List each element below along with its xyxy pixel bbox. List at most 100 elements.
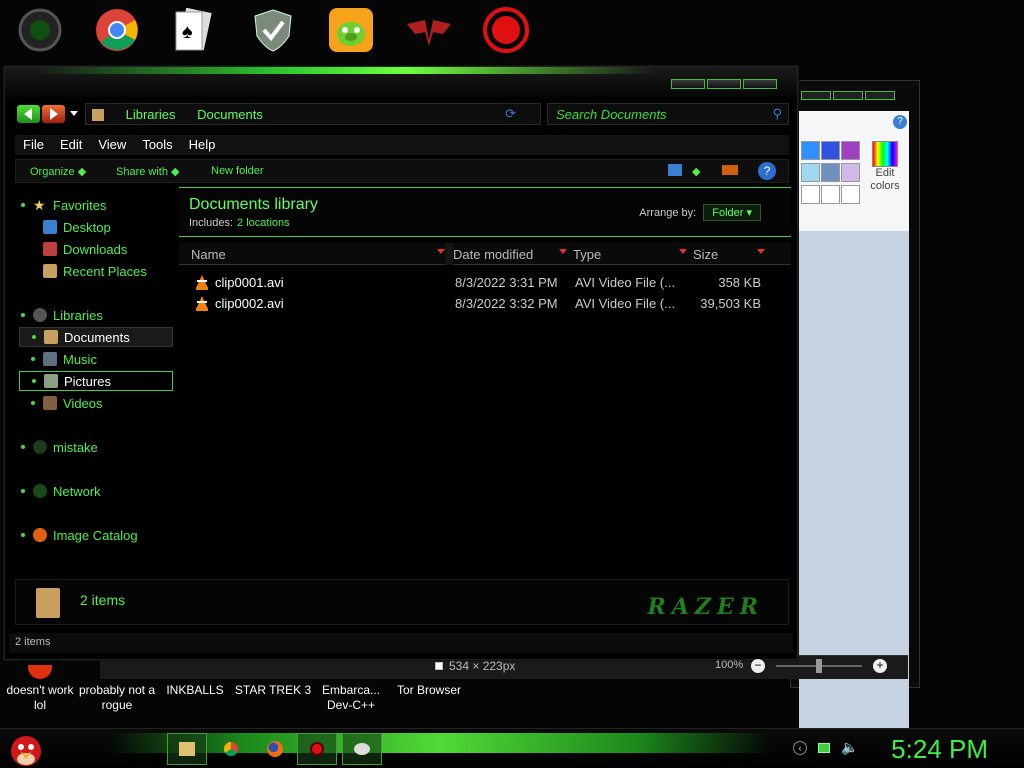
downloads-icon (43, 242, 57, 256)
shield-icon (249, 6, 297, 54)
start-button[interactable] (6, 729, 46, 768)
navigation-row: Libraries Documents ⟳ Search Documents ⚲ (15, 103, 789, 127)
organize-button[interactable]: Organize ◆ (30, 165, 86, 178)
change-view-icon[interactable] (668, 164, 682, 176)
back-button[interactable] (17, 105, 40, 123)
file-type: AVI Video File (... (575, 275, 675, 290)
zoom-out-button[interactable]: − (751, 659, 765, 673)
help-icon[interactable]: ? (758, 162, 776, 180)
explorer-window[interactable]: Libraries Documents ⟳ Search Documents ⚲… (4, 66, 798, 660)
desktop-icon-tor-browser[interactable]: Tor Browser (389, 683, 469, 698)
nav-recent-places[interactable]: Recent Places (43, 261, 147, 281)
column-date-dropdown-icon[interactable] (559, 249, 567, 254)
menu-file[interactable]: File (15, 135, 52, 155)
desktop-icon-dev-cpp[interactable]: Embarca... Dev-C++ (311, 683, 391, 713)
maximize-button[interactable] (707, 79, 741, 89)
nav-mistake[interactable]: mistake (21, 437, 98, 457)
search-placeholder: Search Documents (556, 107, 667, 122)
breadcrumb-documents[interactable]: Documents (197, 107, 263, 122)
chrome-icon (224, 742, 238, 756)
preview-pane-icon[interactable] (722, 165, 738, 175)
file-row[interactable]: clip0002.avi 8/3/2022 3:32 PM AVI Video … (179, 294, 791, 314)
nav-pictures[interactable]: Pictures (19, 371, 173, 391)
column-size-dropdown-icon[interactable] (757, 249, 765, 254)
card-icon: ♠ (166, 6, 214, 54)
eagle-emblem-icon (405, 6, 453, 54)
record-icon (310, 742, 324, 756)
column-type-dropdown-icon[interactable] (679, 249, 687, 254)
tray-network-icon[interactable] (818, 743, 830, 753)
desktop-icon-inkballs[interactable]: INKBALLS (155, 683, 235, 698)
breadcrumb-libraries[interactable]: Libraries (126, 107, 176, 122)
taskbar-explorer[interactable] (167, 733, 207, 765)
column-type[interactable]: Type (573, 247, 601, 262)
menu-view[interactable]: View (90, 135, 134, 155)
desktop-icon-star-trek[interactable]: STAR TREK 3 (233, 683, 313, 698)
file-date: 8/3/2022 3:32 PM (455, 296, 558, 311)
nav-image-catalog[interactable]: Image Catalog (21, 525, 138, 545)
refresh-icon[interactable]: ⟳ (505, 106, 516, 122)
taskbar-screen-recorder[interactable] (297, 733, 337, 765)
forward-button[interactable] (42, 105, 65, 123)
music-icon (43, 352, 57, 366)
view-dropdown-icon[interactable]: ◆ (692, 165, 700, 178)
edit-colors-label: Edit colors (870, 167, 900, 192)
library-locations-link[interactable]: 2 locations (237, 217, 290, 229)
desktop-icon-screen-recorder[interactable] (466, 6, 546, 56)
menu-help[interactable]: Help (181, 135, 224, 155)
desktop-icon-overseeing[interactable] (389, 6, 469, 56)
title-bar[interactable] (5, 67, 797, 97)
nav-favorites[interactable]: ★ Favorites (21, 195, 106, 215)
nav-videos[interactable]: Videos (31, 393, 103, 413)
library-title: Documents library (189, 196, 318, 213)
address-bar[interactable]: Libraries Documents ⟳ (85, 103, 541, 125)
taskbar-chrome[interactable] (211, 733, 251, 765)
search-input[interactable]: Search Documents ⚲ (547, 103, 789, 125)
desktop-icon-mistake[interactable] (0, 6, 80, 56)
share-with-button[interactable]: Share with ◆ (116, 165, 180, 178)
column-date-modified[interactable]: Date modified (453, 247, 533, 262)
help-icon[interactable]: ? (893, 115, 907, 129)
minimize-button[interactable] (671, 79, 705, 89)
desktop-icon-doesnt-work[interactable]: doesn't work lol (0, 665, 80, 713)
dimensions-icon (435, 662, 443, 670)
paint-window[interactable]: Edit colors ? (790, 80, 920, 731)
new-folder-button[interactable]: New folder (211, 165, 264, 177)
desktop-icon-solitaire[interactable]: ♠ (150, 6, 230, 56)
folder-icon (92, 109, 104, 121)
nav-downloads[interactable]: Downloads (43, 239, 127, 259)
file-size: 39,503 KB (700, 296, 761, 311)
nav-desktop[interactable]: Desktop (43, 217, 111, 237)
nav-documents[interactable]: Documents (19, 327, 173, 347)
paint-window-buttons (801, 91, 895, 100)
menu-edit[interactable]: Edit (52, 135, 90, 155)
column-name[interactable]: Name (191, 247, 226, 262)
history-dropdown-icon[interactable] (70, 111, 78, 116)
menu-tools[interactable]: Tools (134, 135, 180, 155)
nav-music[interactable]: Music (31, 349, 97, 369)
zoom-slider-thumb[interactable] (816, 659, 822, 673)
arrange-by-dropdown[interactable]: Folder ▾ (703, 204, 761, 221)
navigation-pane: ★ Favorites Desktop Downloads Recent Pla… (15, 187, 173, 577)
desktop-icon-chrome[interactable] (77, 6, 157, 56)
column-name-dropdown-icon[interactable] (437, 249, 445, 254)
taskbar-firefox[interactable] (255, 733, 295, 765)
zoom-in-button[interactable]: + (873, 659, 887, 673)
edit-colors-button[interactable]: Edit colors (865, 141, 905, 193)
image-catalog-icon (33, 528, 47, 542)
column-size[interactable]: Size (693, 247, 718, 262)
desktop-icon-not[interactable] (311, 6, 391, 56)
zoom-slider[interactable] (776, 659, 862, 673)
file-row[interactable]: clip0001.avi 8/3/2022 3:31 PM AVI Video … (179, 273, 791, 293)
close-button[interactable] (743, 79, 777, 89)
command-bar: Organize ◆ Share with ◆ New folder ◆ ? (15, 159, 789, 183)
taskbar-paint[interactable] (342, 733, 382, 765)
nav-network[interactable]: Network (21, 481, 101, 501)
taskbar-clock[interactable]: 5:24 PM (891, 734, 988, 765)
folder-icon (179, 742, 195, 756)
tray-chevron-icon[interactable]: ‹ (793, 741, 807, 755)
nav-libraries[interactable]: Libraries (21, 305, 103, 325)
desktop-icon-probably-not-a-rogue[interactable]: probably not a rogue (77, 683, 157, 713)
tray-volume-icon[interactable]: 🔈 (841, 739, 858, 756)
desktop-icon-malware[interactable] (233, 6, 313, 56)
